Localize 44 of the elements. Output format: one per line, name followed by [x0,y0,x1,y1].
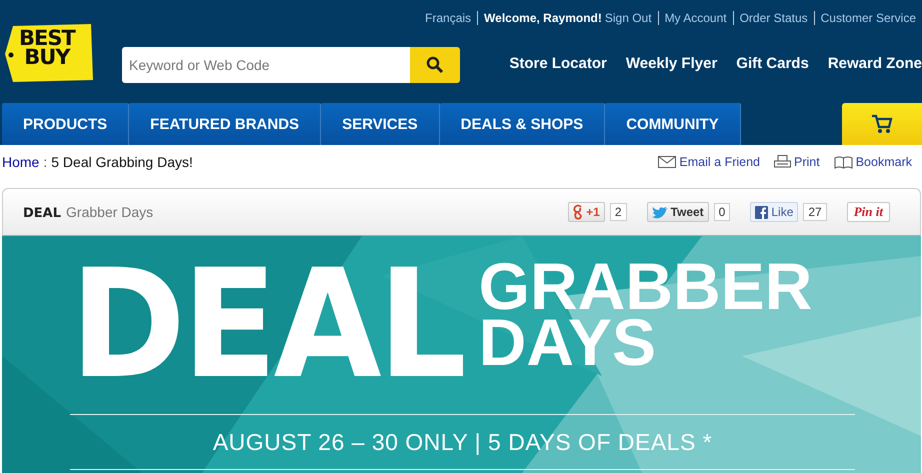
envelope-icon [658,156,676,168]
nav-tab[interactable]: SERVICES [321,103,440,145]
share-count: 2 [610,203,627,221]
gplus-button[interactable]: +1 [568,202,605,222]
welcome-text: Welcome, Raymond! [477,11,605,25]
cart-button[interactable] [842,103,922,145]
nav-tab[interactable]: FEATURED BRANDS [129,103,322,145]
tweet-button[interactable]: Tweet [646,202,709,222]
breadcrumb-current: 5 Deal Grabbing Days! [51,154,193,170]
g-icon [573,204,584,220]
like-button[interactable]: Like [750,202,798,222]
search-icon [426,56,444,74]
page-tool-link[interactable]: Email a Friend [679,155,760,169]
share-count: 0 [714,203,730,221]
cart-icon [871,114,893,134]
search-field[interactable]: Keyword or Web Code [122,47,410,83]
printer-icon [774,155,792,169]
header-link[interactable]: Order Status [732,11,814,25]
nav-tab[interactable]: COMMUNITY [605,103,741,145]
header-link[interactable]: Reward Zone [828,55,922,72]
pin-button[interactable]: Pin it [846,202,890,222]
header-link[interactable]: Store Locator [509,55,607,72]
logo[interactable]: BEST BUY [5,22,93,82]
banner-headline: DEAL [70,250,464,400]
book-icon [834,156,853,168]
banner-subheadline: DAYS [478,314,656,370]
breadcrumb-separator: : [43,154,48,170]
header-link[interactable]: Sign Out [604,11,658,25]
banner-dates: AUGUST 26 – 30 ONLY | 5 DAYS OF DEALS * [70,414,855,470]
search-button[interactable] [410,47,460,83]
nav-tab[interactable]: DEALS & SHOPS [440,103,606,145]
header-link[interactable]: Gift Cards [736,55,809,72]
header-link[interactable]: Weekly Flyer [626,55,718,72]
page-tool-link[interactable]: Print [794,155,820,169]
bird-icon [652,206,668,218]
page-tool-link[interactable]: Bookmark [856,155,912,169]
header-link[interactable]: Français [419,11,478,25]
breadcrumb-link[interactable]: Home [2,154,40,170]
card-title: DEAL Grabber Days [23,204,154,220]
nav-tab[interactable]: PRODUCTS [2,103,130,145]
header-link[interactable]: My Account [658,11,733,25]
f-icon [755,206,768,218]
header-link[interactable]: Customer Service [814,11,922,25]
share-count: 27 [803,203,827,221]
